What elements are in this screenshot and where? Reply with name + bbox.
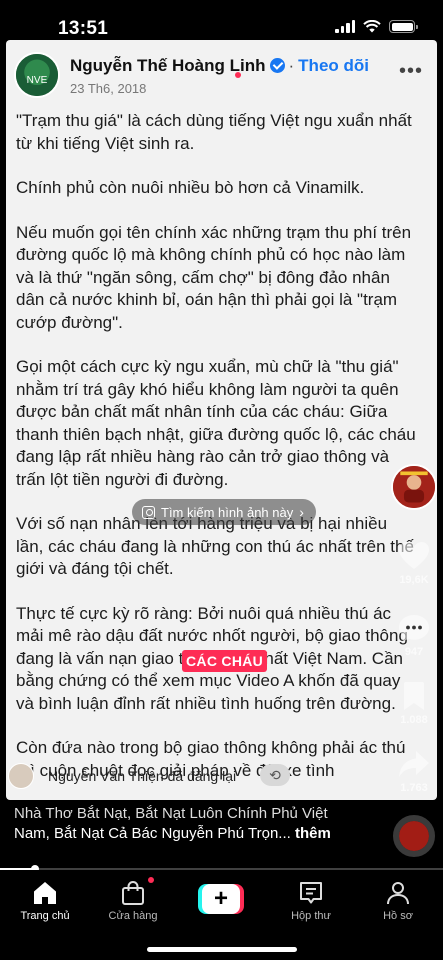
nav-shop-label: Cửa hàng bbox=[108, 910, 158, 922]
status-icons bbox=[335, 20, 418, 33]
author-line: Nguyễn Thế Hoàng Linh · Theo dõi bbox=[70, 56, 369, 76]
post-header: NVE Nguyễn Thế Hoàng Linh · Theo dõi 23 Th… bbox=[6, 40, 437, 106]
author-avatar: NVE bbox=[14, 52, 60, 98]
save-button[interactable]: 1.088 bbox=[395, 680, 433, 726]
reposter-avatar[interactable] bbox=[8, 763, 34, 789]
inbox-icon bbox=[300, 882, 322, 904]
home-indicator bbox=[147, 947, 297, 952]
shop-notification-dot bbox=[148, 877, 154, 883]
video-description[interactable]: Nhà Thơ Bắt Nạt, Bắt Nạt Luôn Chính Phủ … bbox=[14, 804, 374, 844]
description-line: Nam, Bắt Nạt Cả Bác Nguyễn Phú Trọn... bbox=[14, 825, 291, 842]
separator: · bbox=[288, 56, 295, 75]
post-date: 23 Th6, 2018 bbox=[70, 81, 147, 96]
post-screenshot[interactable]: NVE Nguyễn Thế Hoàng Linh · Theo dõi 23 Th… bbox=[6, 40, 437, 800]
status-time: 13:51 bbox=[58, 18, 109, 39]
share-button[interactable]: 1.763 bbox=[395, 748, 433, 794]
svg-text:NVE: NVE bbox=[27, 75, 48, 86]
repost-text: Nguyễn Văn Thiện đã đăng lại bbox=[48, 768, 237, 784]
heart-icon bbox=[399, 542, 429, 569]
comment-count: 947 bbox=[404, 646, 424, 658]
more-options-icon[interactable]: ••• bbox=[399, 60, 423, 83]
notification-dot bbox=[235, 72, 241, 78]
nav-home-label: Trang chủ bbox=[20, 910, 70, 922]
nav-profile-label: Hồ sơ bbox=[383, 910, 413, 922]
share-icon bbox=[399, 751, 429, 777]
post-paragraph: Chính phủ còn nuôi nhiều bò hơn cả Vinam… bbox=[16, 178, 365, 197]
plus-icon: + bbox=[202, 884, 240, 914]
repost-icon[interactable]: ⟲ bbox=[260, 764, 290, 786]
nav-inbox[interactable]: Hộp thư bbox=[271, 880, 351, 922]
nav-profile[interactable]: Hồ sơ bbox=[358, 880, 438, 922]
home-icon bbox=[34, 882, 56, 904]
nav-shop[interactable]: Cửa hàng bbox=[93, 880, 173, 922]
profile-icon bbox=[387, 882, 409, 905]
wifi-icon bbox=[363, 20, 381, 33]
shopping-bag-icon bbox=[122, 881, 144, 905]
creator-avatar[interactable] bbox=[391, 464, 437, 510]
post-paragraph: "Trạm thu giá" là cách dùng tiếng Việt n… bbox=[16, 111, 412, 153]
music-disc[interactable] bbox=[393, 815, 435, 857]
image-search-label: Tìm kiếm hình ảnh này bbox=[161, 504, 294, 520]
like-button[interactable]: 19,6K bbox=[395, 540, 433, 586]
verified-badge-icon bbox=[269, 58, 285, 73]
description-line: Nhà Thơ Bắt Nạt, Bắt Nạt Luôn Chính Phủ … bbox=[14, 805, 328, 822]
post-body: "Trạm thu giá" là cách dùng tiếng Việt n… bbox=[16, 110, 416, 800]
bookmark-icon bbox=[404, 682, 424, 710]
caption-sticker: CÁC CHÁU bbox=[182, 650, 268, 672]
post-paragraph: Gọi một cách cực kỳ ngu xuẩn, mù chữ là … bbox=[16, 357, 416, 489]
follow-button[interactable]: Theo dõi bbox=[298, 56, 369, 75]
chevron-right-icon: › bbox=[299, 504, 304, 520]
comment-icon bbox=[399, 615, 429, 642]
nav-inbox-label: Hộp thư bbox=[291, 910, 331, 922]
bottom-nav: Trang chủ Cửa hàng + Hộp thư Hồ sơ bbox=[0, 870, 443, 960]
image-search-icon bbox=[142, 505, 155, 519]
save-count: 1.088 bbox=[400, 714, 428, 726]
see-more-link[interactable]: thêm bbox=[295, 825, 331, 842]
share-count: 1.763 bbox=[400, 782, 428, 794]
like-count: 19,6K bbox=[399, 574, 429, 586]
cellular-signal-icon bbox=[335, 20, 355, 33]
battery-icon bbox=[389, 20, 418, 33]
comment-button[interactable]: 947 bbox=[395, 612, 433, 658]
image-search-button[interactable]: Tìm kiếm hình ảnh này › bbox=[132, 499, 316, 525]
nav-home[interactable]: Trang chủ bbox=[5, 880, 85, 922]
post-paragraph: Nếu muốn gọi tên chính xác những trạm th… bbox=[16, 222, 412, 332]
create-button[interactable]: + bbox=[198, 884, 244, 914]
